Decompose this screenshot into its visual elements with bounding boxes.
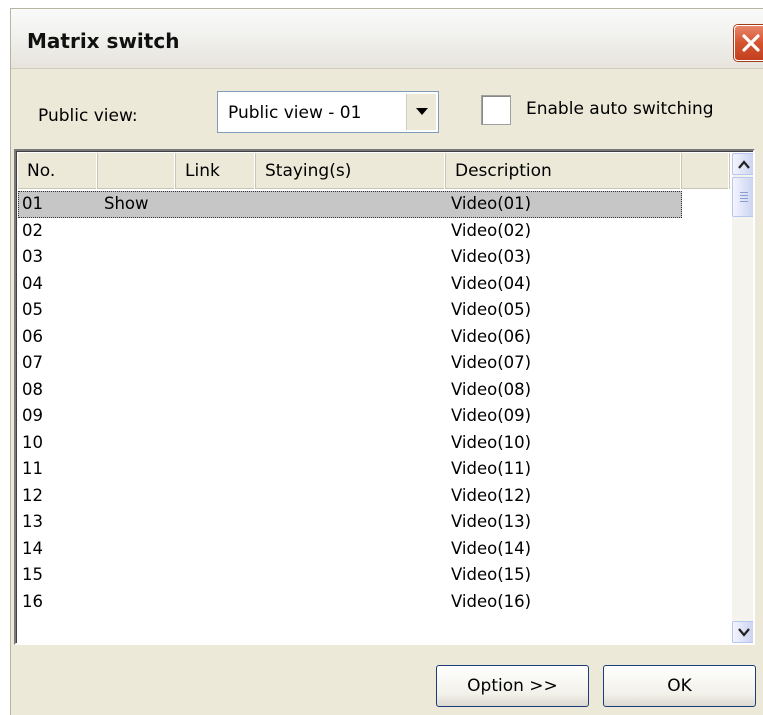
matrix-switch-dialog: Matrix switch Public view: Public view -… <box>10 8 763 715</box>
table-row[interactable]: 16 Video(16) <box>18 589 730 616</box>
title-bar[interactable]: Matrix switch <box>11 9 763 69</box>
table-row[interactable]: 15 Video(15) <box>18 562 730 589</box>
cell-description: Video(04) <box>451 273 532 293</box>
cell-no: 08 <box>22 379 43 399</box>
cell-description: Video(03) <box>451 247 532 266</box>
column-header-link[interactable]: Link <box>176 153 256 189</box>
cell-no: 13 <box>22 512 43 531</box>
table-row[interactable]: 10 Video(10) <box>18 430 730 457</box>
table-row[interactable]: 11 Video(11) <box>18 456 730 483</box>
close-icon <box>742 34 760 52</box>
cell-no: 12 <box>22 485 43 505</box>
cell-description: Video(10) <box>451 432 532 452</box>
table-row[interactable]: 01 Show Video(01) <box>18 191 682 218</box>
cell-description: Video(09) <box>451 406 532 425</box>
cell-no: 14 <box>22 538 43 558</box>
public-view-value: Public view - 01 <box>228 103 362 123</box>
cell-no: 16 <box>22 591 43 611</box>
cell-no: 11 <box>22 459 43 478</box>
table-row[interactable]: 03 Video(03) <box>18 244 730 271</box>
cell-description: Video(16) <box>451 591 532 611</box>
cell-no: 05 <box>22 300 43 319</box>
public-view-label: Public view: <box>38 106 138 126</box>
table-row[interactable]: 04 Video(04) <box>18 271 730 298</box>
cell-no: 07 <box>22 353 43 372</box>
table-row[interactable]: 07 Video(07) <box>18 350 730 377</box>
cell-no: 06 <box>22 326 43 346</box>
column-header-extra <box>682 153 730 189</box>
cell-description: Video(12) <box>451 485 532 505</box>
chevron-down-icon <box>738 628 750 637</box>
cell-status: Show <box>104 194 149 213</box>
cell-description: Video(11) <box>451 459 532 478</box>
table-row[interactable]: 06 Video(06) <box>18 324 730 351</box>
public-view-select[interactable]: Public view - 01 <box>217 91 439 133</box>
table-row[interactable]: 09 Video(09) <box>18 403 730 430</box>
cell-no: 09 <box>22 406 43 425</box>
cell-no: 01 <box>22 194 43 213</box>
column-header-status[interactable] <box>98 153 176 189</box>
cell-description: Video(08) <box>451 379 532 399</box>
auto-switch-checkbox[interactable] <box>481 95 511 125</box>
cell-no: 10 <box>22 432 43 452</box>
cell-no: 15 <box>22 565 43 584</box>
cell-description: Video(14) <box>451 538 532 558</box>
cell-description: Video(13) <box>451 512 532 531</box>
window-title: Matrix switch <box>27 29 180 53</box>
table-row[interactable]: 13 Video(13) <box>18 509 730 536</box>
table-row[interactable]: 05 Video(05) <box>18 297 730 324</box>
chevron-down-icon <box>416 108 428 115</box>
scroll-thumb[interactable] <box>732 177 753 217</box>
column-header-description[interactable]: Description <box>446 153 682 189</box>
cell-description: Video(01) <box>451 194 532 213</box>
channel-list[interactable]: No. Link Staying(s) Description 01 Show Vi… <box>14 149 755 645</box>
scroll-up-button[interactable] <box>732 153 753 175</box>
column-header-staying[interactable]: Staying(s) <box>256 153 446 189</box>
column-header-no[interactable]: No. <box>18 153 98 189</box>
cell-description: Video(06) <box>451 326 532 346</box>
cell-description: Video(05) <box>451 300 532 319</box>
list-rows: 01 Show Video(01) 02 Video(02) 03 Video(03) 04 V… <box>18 191 730 615</box>
table-row[interactable]: 12 Video(12) <box>18 483 730 510</box>
option-button[interactable]: Option >> <box>436 665 589 707</box>
chevron-up-icon <box>738 160 750 169</box>
cell-no: 03 <box>22 247 43 266</box>
cell-no: 04 <box>22 273 43 293</box>
cell-description: Video(07) <box>451 353 532 372</box>
cell-no: 02 <box>22 220 43 240</box>
scroll-down-button[interactable] <box>732 621 753 643</box>
list-header: No. Link Staying(s) Description <box>18 153 730 189</box>
vertical-scrollbar[interactable] <box>732 153 753 643</box>
dropdown-button[interactable] <box>406 94 436 130</box>
cell-description: Video(02) <box>451 220 532 240</box>
ok-button[interactable]: OK <box>603 665 756 707</box>
table-row[interactable]: 02 Video(02) <box>18 218 730 245</box>
table-row[interactable]: 08 Video(08) <box>18 377 730 404</box>
close-button[interactable] <box>734 25 763 61</box>
table-row[interactable]: 14 Video(14) <box>18 536 730 563</box>
cell-description: Video(15) <box>451 565 532 584</box>
auto-switch-label[interactable]: Enable auto switching <box>526 99 714 119</box>
